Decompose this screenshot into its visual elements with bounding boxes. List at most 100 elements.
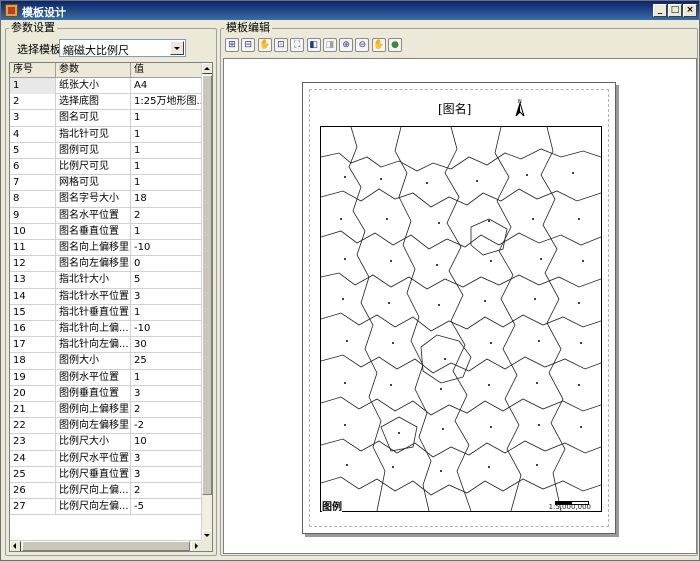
chevron-down-icon[interactable] [170,41,184,55]
template-select[interactable]: 縮磁大比例尺 [59,39,186,57]
layout-canvas[interactable]: [图名] N 图例 1:5,000,000 [223,58,697,554]
table-row[interactable]: 24 比例尺水平位置 3 [10,450,202,467]
cell-index: 13 [10,272,56,289]
table-row[interactable]: 21 图例向上偏移里 2 [10,402,202,419]
cell-value[interactable]: 3 [131,466,202,483]
maximize-button[interactable]: □ [668,4,682,17]
hand-button[interactable]: ✋ [371,38,386,52]
cell-value[interactable]: 3 [131,288,202,305]
cell-value[interactable]: 1 [131,159,202,175]
table-row[interactable]: 9 图名水平位置 2 [10,207,202,224]
table-row[interactable]: 6 比例尺可见 1 [10,159,202,176]
table-row[interactable]: 7 网格可见 1 [10,175,202,192]
table-row[interactable]: 14 指北针水平位置 3 [10,288,202,305]
col-header-param[interactable]: 参数 [56,63,131,78]
table-row[interactable]: 5 图例可见 1 [10,142,202,159]
cell-index: 2 [10,94,56,111]
cell-value[interactable]: 1 [131,304,202,321]
params-grid[interactable]: 序号 参数 值 1 纸张大小 A4 2 选择底图 1:25万地形图... 3 图名可见 1 4 指北… [9,62,213,552]
cell-param: 图例垂直位置 [56,385,131,402]
title-bar: 模板设计 _ □ × [1,1,699,20]
grid-header: 序号 参数 值 [10,63,202,78]
cell-index: 26 [10,483,56,499]
table-row[interactable]: 25 比例尺垂直位置 3 [10,466,202,483]
table-row[interactable]: 20 图例垂直位置 3 [10,385,202,402]
cell-value[interactable]: 1 [131,110,202,127]
cell-value[interactable]: -10 [131,240,202,256]
table-row[interactable]: 1 纸张大小 A4 [10,78,202,95]
table-row[interactable]: 4 指北针可见 1 [10,126,202,143]
cell-value[interactable]: 30 [131,337,202,354]
cell-value[interactable]: 5 [131,272,202,289]
cell-value[interactable]: -2 [131,418,202,435]
zoom-layer-button[interactable]: ⊟ [241,38,256,52]
cell-value[interactable]: A4 [131,78,202,94]
cell-value[interactable]: 18 [131,191,202,208]
cell-value[interactable]: 1 [131,369,202,386]
zoom-in-button[interactable]: ⊕ [339,38,354,52]
cell-value[interactable]: -10 [131,321,202,337]
cell-index: 1 [10,78,56,94]
table-row[interactable]: 11 图名向上偏移里 -10 [10,240,202,257]
pan-hand-button[interactable]: ✋ [257,38,272,52]
next-view-button[interactable]: ◨ [322,38,337,52]
table-row[interactable]: 23 比例尺大小 10 [10,434,202,451]
cell-index: 3 [10,110,56,127]
cell-param: 图例可见 [56,142,131,159]
prev-view-button[interactable]: ◧ [306,38,321,52]
map-frame[interactable]: 图例 1:5,000,000 [320,126,602,513]
cell-value[interactable]: 2 [131,207,202,224]
table-row[interactable]: 2 选择底图 1:25万地形图... [10,94,202,111]
cell-value[interactable]: 1 [131,175,202,192]
table-row[interactable]: 19 图例水平位置 1 [10,369,202,386]
cell-value[interactable]: 1 [131,223,202,240]
horizontal-scrollbar[interactable] [10,540,202,551]
col-header-index[interactable]: 序号 [10,63,56,78]
scroll-thumb[interactable] [202,75,212,495]
cell-value[interactable]: 2 [131,483,202,499]
vertical-scrollbar[interactable] [201,63,212,541]
table-row[interactable]: 18 图例大小 25 [10,353,202,370]
table-row[interactable]: 27 比例尺向左偏... -5 [10,499,202,516]
table-row[interactable]: 12 图名向左偏移里 0 [10,256,202,273]
map-title[interactable]: [图名] [438,100,471,117]
table-row[interactable]: 16 指北针向上偏... -10 [10,321,202,338]
cell-value[interactable]: 0 [131,256,202,273]
table-row[interactable]: 3 图名可见 1 [10,110,202,127]
legend-label[interactable]: 图例 [322,498,342,513]
cell-index: 7 [10,175,56,192]
cell-value[interactable]: 25 [131,353,202,370]
fixed-zoom-button[interactable]: ⊡ [273,38,288,52]
minimize-button[interactable]: _ [653,4,667,17]
table-row[interactable]: 26 比例尺向上偏... 2 [10,483,202,500]
north-arrow-icon[interactable]: N [515,97,525,117]
table-row[interactable]: 13 指北针大小 5 [10,272,202,289]
cell-value[interactable]: 1:25万地形图... [131,94,202,111]
cell-value[interactable]: -5 [131,499,202,516]
cell-value[interactable]: 1 [131,126,202,143]
cell-index: 23 [10,434,56,451]
cell-index: 16 [10,321,56,337]
cell-value[interactable]: 3 [131,450,202,467]
table-row[interactable]: 10 图名垂直位置 1 [10,223,202,240]
zoom-out-button[interactable]: ⊖ [355,38,370,52]
hscroll-thumb[interactable] [22,541,190,551]
scroll-left-icon[interactable] [10,541,21,551]
cell-value[interactable]: 10 [131,434,202,451]
col-header-value[interactable]: 值 [131,63,202,78]
table-row[interactable]: 8 图名字号大小 18 [10,191,202,208]
editor-group-title: 模板编辑 [224,21,272,35]
cell-value[interactable]: 2 [131,402,202,418]
scale-text: 1:5,000,000 [548,503,591,511]
scroll-up-icon[interactable] [202,63,212,74]
table-row[interactable]: 22 图例向左偏移里 -2 [10,418,202,435]
cell-param: 图名垂直位置 [56,223,131,240]
table-row[interactable]: 17 指北针向左偏... 30 [10,337,202,354]
close-button[interactable]: × [683,4,697,17]
zoom-extent-button[interactable]: ⊞ [225,38,239,52]
full-extent-button[interactable]: ⛶ [290,38,305,52]
globe-button[interactable]: ● [388,38,402,52]
table-row[interactable]: 15 指北针垂直位置 1 [10,304,202,321]
cell-value[interactable]: 3 [131,385,202,402]
cell-value[interactable]: 1 [131,142,202,159]
